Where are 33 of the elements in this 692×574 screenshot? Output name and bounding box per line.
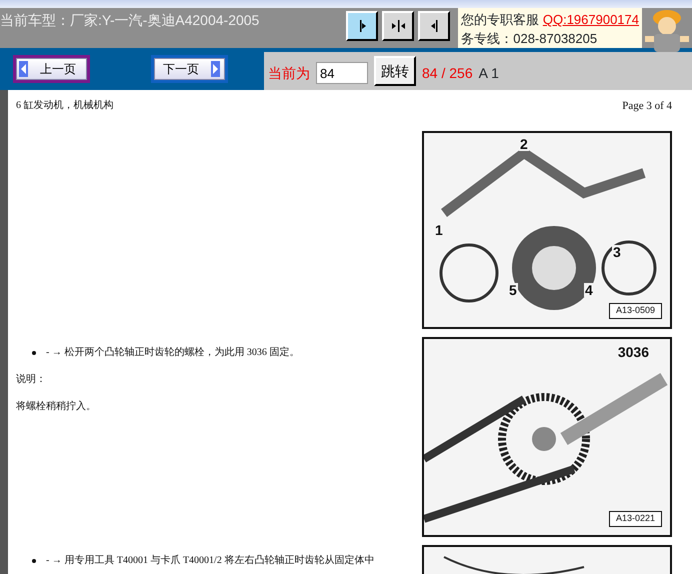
bullet-dot bbox=[32, 558, 36, 562]
instruction-text: - → 用专用工具 T40001 与卡爪 T40001/2 将左右凸轮轴正时齿轮从固定体中 bbox=[46, 554, 374, 568]
current-page-label: 当前为 bbox=[268, 64, 310, 83]
service-label: 您的专职客服 bbox=[461, 12, 540, 27]
arrow-icon bbox=[19, 61, 28, 77]
document-title: 6 缸发动机，机械机构 bbox=[16, 98, 114, 113]
callout-number: 4 bbox=[584, 282, 594, 296]
arrow-bar-icon bbox=[390, 19, 406, 33]
callout-number: 5 bbox=[508, 282, 518, 296]
page-number-field[interactable]: 84 bbox=[316, 62, 368, 84]
view-toggle-button[interactable] bbox=[382, 11, 414, 41]
vehicle-label: 当前车型：厂家:Y-一汽-奥迪A42004-2005 bbox=[0, 11, 260, 30]
page-indicator: Page 3 of 4 bbox=[622, 99, 672, 114]
instruction-text: - → 松开两个凸轮轴正时齿轮的螺栓，为此用 3036 固定。 bbox=[46, 346, 300, 360]
jump-button[interactable]: 跳转 bbox=[374, 56, 416, 86]
page-nav-button[interactable]: 下一页 bbox=[154, 58, 225, 80]
arrow-icon bbox=[211, 61, 220, 77]
tool-number: 3036 bbox=[616, 344, 650, 358]
figure-code: A13-0221 bbox=[608, 511, 662, 526]
bullet-dot bbox=[32, 350, 36, 354]
view-toggle-button[interactable] bbox=[346, 11, 378, 41]
note-text: 将螺栓稍稍拧入。 bbox=[16, 400, 97, 414]
figure-code: A13-0509 bbox=[608, 303, 662, 318]
qq-link[interactable]: QQ:1967900174 bbox=[542, 12, 639, 27]
note-text: 说明： bbox=[16, 372, 47, 386]
callout-number: 3 bbox=[612, 244, 622, 258]
view-toggle-button[interactable] bbox=[418, 11, 450, 41]
callout-number: 2 bbox=[519, 136, 529, 150]
page-nav-button[interactable]: 上一页 bbox=[16, 58, 87, 80]
page-count: 84 / 256 bbox=[422, 64, 473, 83]
hotline-text: 务专线：028-87038205 bbox=[461, 30, 598, 48]
callout-number: 1 bbox=[434, 222, 444, 236]
section-label: A 1 bbox=[478, 64, 499, 83]
